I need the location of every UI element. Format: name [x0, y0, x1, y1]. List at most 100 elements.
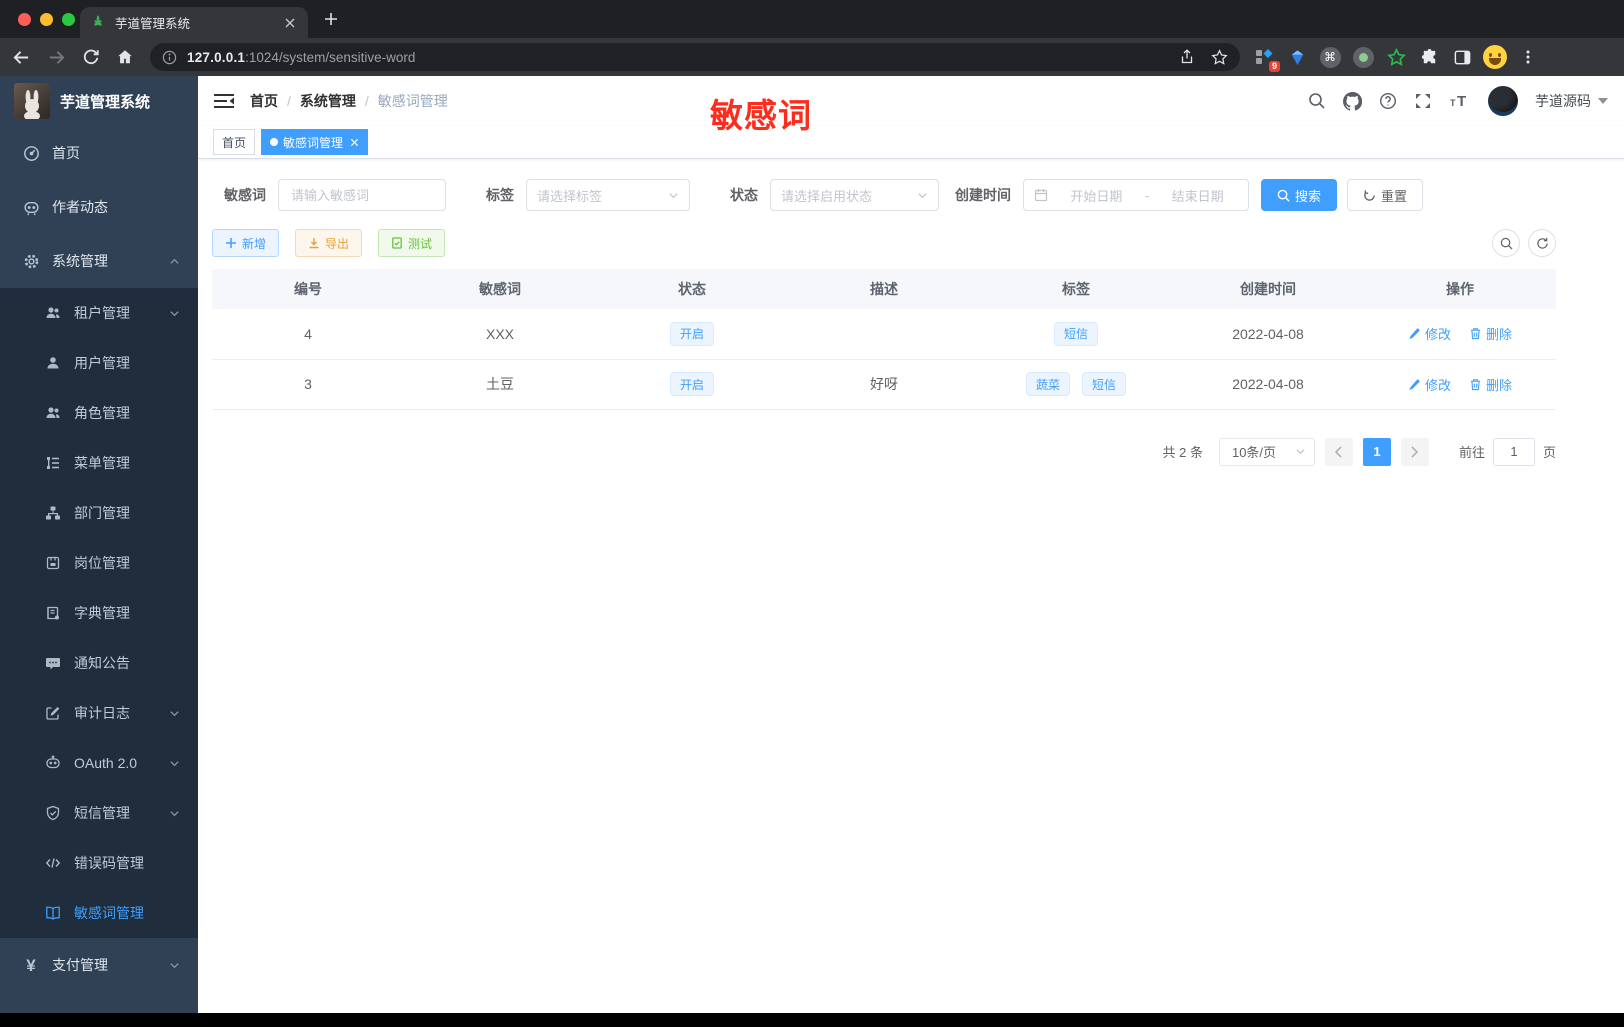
home-icon[interactable] — [116, 48, 134, 66]
robot-icon — [44, 755, 62, 771]
keyword-input[interactable] — [291, 187, 433, 203]
tag-view-sensitive-word[interactable]: 敏感词管理 — [261, 129, 369, 155]
breadcrumb-system[interactable]: 系统管理 — [300, 91, 356, 111]
reset-button[interactable]: 重置 — [1347, 179, 1424, 211]
extension-grid-icon[interactable]: 9 — [1252, 45, 1280, 72]
address-bar[interactable]: 127.0.0.1:1024/system/sensitive-word — [150, 43, 1240, 71]
share-icon[interactable] — [1179, 48, 1195, 66]
show-search-toggle-button[interactable] — [1492, 229, 1520, 257]
tag-select[interactable]: 请选择标签 — [526, 179, 690, 211]
reload-icon[interactable] — [82, 48, 100, 66]
extension-star-icon[interactable] — [1384, 45, 1408, 69]
back-icon[interactable] — [12, 48, 31, 67]
download-icon — [309, 238, 319, 249]
edit-link[interactable]: 修改 — [1408, 324, 1451, 343]
sidebar-item-author-news[interactable]: 作者动态 — [0, 180, 198, 234]
delete-link[interactable]: 删除 — [1469, 324, 1512, 343]
chevron-down-icon — [169, 758, 180, 769]
sidebar-item-label: 字典管理 — [74, 605, 130, 621]
page-size-select[interactable]: 10条/页 — [1218, 437, 1315, 466]
tag-view-home[interactable]: 首页 — [213, 129, 256, 155]
caret-down-icon — [1598, 97, 1608, 104]
sidebar-item-audit-log[interactable]: 审计日志 — [0, 688, 198, 738]
sidebar-item-sms[interactable]: 短信管理 — [0, 788, 198, 838]
search-button[interactable]: 搜索 — [1261, 179, 1338, 211]
prev-page-button[interactable] — [1324, 437, 1353, 466]
user-avatar[interactable] — [1488, 86, 1518, 116]
extension-command-icon[interactable]: ⌘ — [1318, 45, 1342, 69]
edit-link[interactable]: 修改 — [1408, 375, 1451, 394]
cell-tags: 短信 — [980, 309, 1172, 360]
fullscreen-icon[interactable] — [1414, 92, 1432, 110]
export-button[interactable]: 导出 — [295, 229, 363, 257]
sidebar-fold-icon[interactable] — [214, 92, 234, 110]
tab-close-icon[interactable] — [282, 15, 298, 31]
site-info-icon[interactable] — [162, 50, 177, 65]
sidebar-item-oauth[interactable]: OAuth 2.0 — [0, 738, 198, 788]
test-button[interactable]: 测试 — [378, 229, 446, 257]
browser-toolbar: 127.0.0.1:1024/system/sensitive-word 9 ⌘ — [0, 38, 1624, 76]
sidebar-item-post[interactable]: 岗位管理 — [0, 538, 198, 588]
header-search-icon[interactable] — [1308, 92, 1326, 110]
browser-menu-icon[interactable] — [1516, 45, 1540, 69]
sidebar-item-user[interactable]: 用户管理 — [0, 338, 198, 388]
dashboard-icon — [22, 145, 40, 162]
cell-id: 3 — [212, 359, 404, 410]
sidebar-item-label: 错误码管理 — [74, 855, 144, 871]
sidebar-item-notice[interactable]: 通知公告 — [0, 638, 198, 688]
breadcrumb-home[interactable]: 首页 — [250, 91, 278, 111]
help-icon[interactable] — [1379, 92, 1397, 110]
date-label: 创建时间 — [955, 187, 1011, 203]
open-book-icon — [44, 905, 62, 921]
sidebar-item-payment[interactable]: ¥ 支付管理 — [0, 938, 198, 992]
search-icon — [1277, 189, 1290, 202]
sidebar-item-department[interactable]: 部门管理 — [0, 488, 198, 538]
github-icon[interactable] — [1343, 91, 1362, 111]
delete-link[interactable]: 删除 — [1469, 375, 1512, 394]
forward-icon[interactable] — [47, 48, 66, 67]
post-badge-icon — [44, 555, 62, 571]
sidebar-logo[interactable]: 芋道管理系统 — [0, 76, 198, 126]
sidebar-item-system[interactable]: 系统管理 — [0, 234, 198, 288]
user-menu[interactable]: 芋道源码 — [1535, 91, 1608, 111]
top-navbar: 首页 / 系统管理 / 敏感词管理 TT 芋道源码 — [198, 76, 1624, 126]
date-range-picker[interactable]: 开始日期 - 结束日期 — [1023, 179, 1249, 211]
profile-avatar-icon[interactable] — [1483, 45, 1507, 69]
new-tab-button[interactable] — [322, 10, 340, 28]
add-button[interactable]: 新增 — [212, 229, 280, 257]
tab-close-icon[interactable] — [350, 138, 359, 147]
status-select[interactable]: 请选择启用状态 — [770, 179, 939, 211]
tenant-users-icon — [44, 305, 62, 321]
svg-text:T: T — [1450, 98, 1456, 108]
close-window-button[interactable] — [18, 13, 31, 26]
bookmark-star-icon[interactable] — [1211, 48, 1228, 66]
side-panel-icon[interactable] — [1450, 45, 1474, 69]
cell-created: 2022-04-08 — [1172, 359, 1364, 410]
refresh-icon — [1364, 189, 1375, 201]
goto-page-input[interactable] — [1492, 437, 1535, 466]
extension-gem-icon[interactable] — [1285, 45, 1309, 69]
chevron-down-icon — [668, 190, 679, 201]
url-path: :1024/system/sensitive-word — [245, 49, 416, 65]
sensitive-word-table: 编号 敏感词 状态 描述 标签 创建时间 操作 4 XXX 开启 短信 2022… — [212, 269, 1556, 410]
sidebar-item-sensitive-word[interactable]: 敏感词管理 — [0, 888, 198, 938]
zoom-window-button[interactable] — [62, 13, 75, 26]
refresh-table-button[interactable] — [1528, 229, 1556, 257]
macos-traffic-lights[interactable] — [18, 13, 75, 26]
chevron-down-icon — [169, 308, 180, 319]
browser-tab[interactable]: 芋道管理系统 — [80, 7, 308, 38]
extensions-puzzle-icon[interactable] — [1417, 45, 1441, 69]
chevron-right-icon — [1411, 445, 1419, 458]
sidebar-item-home[interactable]: 首页 — [0, 126, 198, 180]
page-number-1[interactable]: 1 — [1362, 437, 1391, 466]
font-size-icon[interactable]: TT — [1449, 92, 1471, 110]
sidebar-item-tenant[interactable]: 租户管理 — [0, 288, 198, 338]
minimize-window-button[interactable] — [40, 13, 53, 26]
extension-dot-icon[interactable] — [1351, 45, 1375, 69]
sidebar-item-dict[interactable]: 字典管理 — [0, 588, 198, 638]
goto-label: 前往 — [1458, 445, 1485, 460]
next-page-button[interactable] — [1400, 437, 1429, 466]
sidebar-item-menu[interactable]: 菜单管理 — [0, 438, 198, 488]
sidebar-item-role[interactable]: 角色管理 — [0, 388, 198, 438]
sidebar-item-errorcode[interactable]: 错误码管理 — [0, 838, 198, 888]
